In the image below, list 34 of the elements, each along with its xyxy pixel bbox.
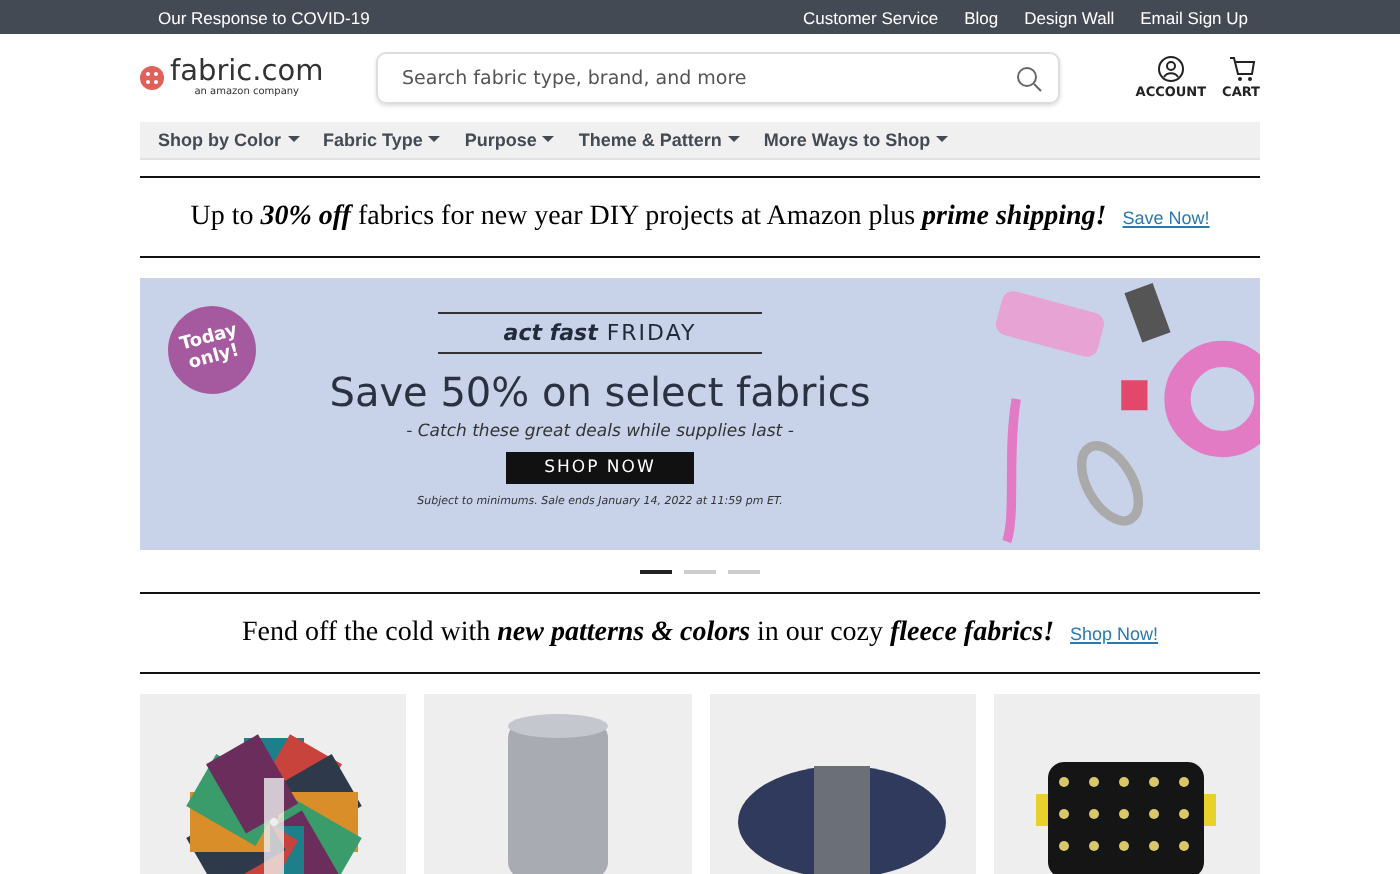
caret-icon xyxy=(287,136,299,144)
nav-menu-item[interactable]: Shop by Color xyxy=(158,130,299,150)
banner-subline: - Catch these great deals while supplies last - xyxy=(406,422,794,442)
cart-icon xyxy=(1227,56,1256,82)
search-box[interactable]: Search fabric type, brand, and more xyxy=(376,52,1060,104)
logo-name[interactable]: fabric.com xyxy=(170,57,324,87)
top-bar-link[interactable]: Design Wall xyxy=(1024,7,1115,27)
user-icon xyxy=(1157,56,1184,82)
banner-headline: Save 50% on select fabrics xyxy=(329,368,871,416)
caret-icon xyxy=(542,136,555,144)
caret-icon xyxy=(428,136,441,144)
product-tile[interactable] xyxy=(709,694,976,874)
nav-menu-item[interactable]: Purpose xyxy=(464,130,555,150)
nav-menu-item[interactable]: Theme & Pattern xyxy=(578,130,740,150)
promo-text: Up to 30% off fabrics for new year DIY projects at Amazon plus prime shipping! xyxy=(190,201,1107,233)
product-tile[interactable] xyxy=(993,694,1260,874)
shop-now-link[interactable]: Shop Now! xyxy=(1070,623,1159,643)
caret-icon xyxy=(727,136,740,144)
top-bar-link[interactable]: Customer Service xyxy=(803,7,939,27)
promo-text: Fend off the cold with new patterns & colors in our cozy fleece fabrics! xyxy=(241,617,1055,649)
top-bar-link[interactable]: Blog xyxy=(964,7,999,27)
caret-icon xyxy=(936,136,949,144)
save-now-link[interactable]: Save Now! xyxy=(1122,207,1210,227)
product-tile[interactable] xyxy=(140,694,407,874)
button-logo-icon xyxy=(140,66,164,90)
top-bar-link[interactable]: Email Sign Up xyxy=(1140,7,1248,27)
banner-eyebrow: act fast FRIDAY xyxy=(438,312,762,354)
covid-link[interactable]: Our Response to COVID-19 xyxy=(158,7,370,27)
product-tile[interactable] xyxy=(424,694,691,874)
search-field[interactable]: Search fabric type, brand, and more xyxy=(398,65,1016,91)
search-icon[interactable] xyxy=(1016,65,1042,91)
nav-menu-item[interactable]: Fabric Type xyxy=(323,130,441,150)
nav-menu-item[interactable]: More Ways to Shop xyxy=(763,130,949,150)
shop-now-button[interactable]: SHOP NOW xyxy=(506,452,694,484)
